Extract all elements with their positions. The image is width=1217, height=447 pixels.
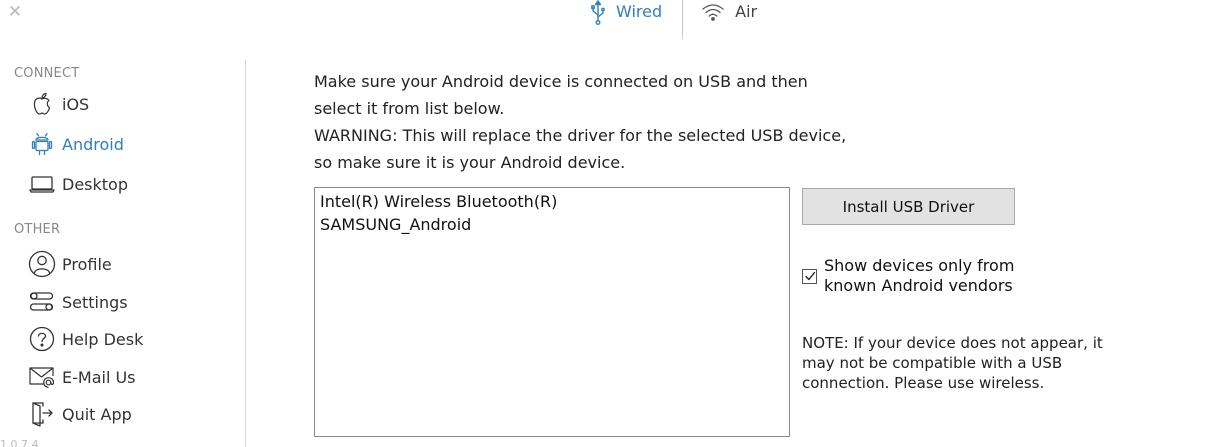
tab-wired[interactable]: Wired [560, 0, 684, 39]
vendor-filter-checkbox-row[interactable]: Show devices only from known Android ven… [802, 256, 1064, 296]
version-text: 1.0.7.4 [0, 438, 39, 447]
android-icon [28, 132, 56, 156]
list-item[interactable]: Intel(R) Wireless Bluetooth(R) [320, 190, 784, 213]
laptop-icon [28, 174, 56, 194]
sidebar-item-settings[interactable]: Settings [28, 287, 128, 317]
close-icon[interactable]: ✕ [6, 3, 24, 21]
usb-icon [590, 0, 606, 26]
help-icon [28, 326, 56, 352]
vendor-filter-label: Show devices only from known Android ven… [824, 256, 1015, 295]
sidebar-item-quit-app[interactable]: Quit App [28, 399, 132, 429]
sidebar: CONNECT iOS Android Desktop OTHER Profil… [0, 60, 246, 447]
apple-icon [28, 92, 56, 116]
device-list[interactable]: Intel(R) Wireless Bluetooth(R) SAMSUNG_A… [314, 187, 790, 437]
sidebar-item-label: Help Desk [62, 329, 144, 349]
profile-icon [28, 250, 56, 278]
sidebar-item-label: E-Mail Us [62, 367, 136, 387]
sidebar-item-label: iOS [62, 94, 90, 114]
note-text: NOTE: If your device does not appear, it… [802, 334, 1103, 392]
install-usb-driver-button[interactable]: Install USB Driver [802, 188, 1015, 225]
section-title-connect: CONNECT [14, 66, 80, 81]
sidebar-item-desktop[interactable]: Desktop [28, 169, 128, 199]
email-icon [28, 365, 56, 389]
instructions: Make sure your Android device is connect… [314, 68, 874, 176]
checkmark-icon [804, 271, 815, 281]
instruction-line: select it from list below. [314, 99, 505, 118]
instruction-line: Make sure your Android device is connect… [314, 72, 808, 91]
sidebar-item-label: Profile [62, 254, 112, 274]
sidebar-item-label: Settings [62, 292, 128, 312]
connection-tabs: Wired Air [560, 0, 757, 40]
section-title-other: OTHER [14, 222, 61, 237]
wifi-icon [701, 2, 725, 22]
sidebar-item-profile[interactable]: Profile [28, 249, 112, 279]
sidebar-item-help-desk[interactable]: Help Desk [28, 324, 143, 354]
sidebar-item-ios[interactable]: iOS [28, 89, 89, 119]
checkbox[interactable] [802, 268, 817, 284]
warning-line: WARNING: This will replace the driver fo… [314, 126, 847, 145]
sidebar-item-label: Desktop [62, 174, 128, 194]
warning-line: so make sure it is your Android device. [314, 153, 626, 172]
sidebar-item-label: Android [62, 134, 124, 154]
tab-wired-label: Wired [616, 2, 663, 21]
sidebar-item-label: Quit App [62, 404, 132, 424]
tab-air[interactable]: Air [683, 0, 757, 39]
tab-air-label: Air [735, 2, 758, 21]
sidebar-item-android[interactable]: Android [28, 129, 124, 159]
list-item[interactable]: SAMSUNG_Android [320, 213, 784, 236]
quit-icon [28, 401, 56, 427]
settings-icon [28, 291, 56, 313]
sidebar-item-email[interactable]: E-Mail Us [28, 362, 136, 392]
